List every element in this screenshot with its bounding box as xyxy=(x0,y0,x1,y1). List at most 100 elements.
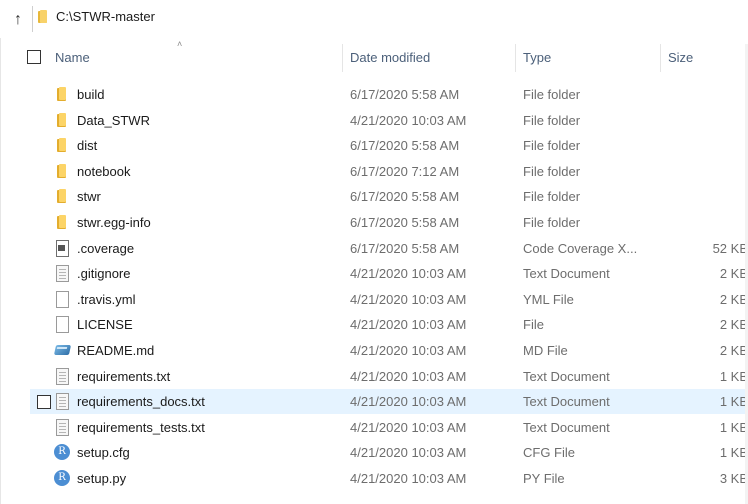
address-path-text: C:\STWR-master xyxy=(56,9,155,24)
file-row[interactable]: Rsetup.py 4/21/2020 10:03 AM PY File 3 KB xyxy=(30,466,748,491)
select-all-checkbox[interactable] xyxy=(27,50,41,64)
address-bar: ↑ C:\STWR-master xyxy=(0,0,748,38)
file-name: requirements_tests.txt xyxy=(77,420,205,435)
file-row[interactable]: .travis.yml 4/21/2020 10:03 AM YML File 2 K… xyxy=(30,287,748,312)
blank-file-icon xyxy=(54,316,70,333)
file-size: 1 KB xyxy=(719,445,748,460)
file-type: File folder xyxy=(523,138,581,153)
file-row[interactable]: Data_STWR 4/21/2020 10:03 AM File folder xyxy=(30,108,748,133)
file-row[interactable]: Rsetup.cfg 4/21/2020 10:03 AM CFG File 1 KB xyxy=(30,440,748,465)
markdown-file-icon xyxy=(54,342,70,358)
blank-file-icon xyxy=(54,291,70,308)
file-size: 2 KB xyxy=(719,343,748,358)
file-type: PY File xyxy=(523,471,565,486)
file-name: .gitignore xyxy=(77,266,131,281)
coverage-file-icon xyxy=(54,240,70,257)
column-header-name[interactable]: Name xyxy=(55,50,90,65)
address-separator xyxy=(32,6,33,32)
file-name: stwr.egg-info xyxy=(77,215,151,230)
file-date-modified: 4/21/2020 10:03 AM xyxy=(350,369,467,384)
file-date-modified: 4/21/2020 10:03 AM xyxy=(350,266,467,281)
file-name: requirements.txt xyxy=(77,369,171,384)
address-path[interactable]: C:\STWR-master xyxy=(38,9,155,24)
file-row[interactable]: .gitignore 4/21/2020 10:03 AM Text Documen… xyxy=(30,261,748,286)
file-name: Data_STWR xyxy=(77,113,150,128)
file-date-modified: 4/21/2020 10:03 AM xyxy=(350,445,467,460)
file-name: LICENSE xyxy=(77,317,133,332)
file-name: dist xyxy=(77,138,98,153)
file-name: notebook xyxy=(77,164,131,179)
file-date-modified: 4/21/2020 10:03 AM xyxy=(350,471,467,486)
file-name: .coverage xyxy=(77,241,135,256)
file-name: README.md xyxy=(77,343,155,358)
up-arrow-icon[interactable]: ↑ xyxy=(8,10,28,30)
column-divider[interactable] xyxy=(660,44,661,72)
column-divider[interactable] xyxy=(515,44,516,72)
file-row[interactable]: requirements.txt 4/21/2020 10:03 AM Text D… xyxy=(30,364,748,389)
file-type: Code Coverage X... xyxy=(523,241,638,256)
sort-ascending-icon: ˄ xyxy=(177,39,183,49)
column-header-date-modified[interactable]: Date modified xyxy=(350,50,430,65)
file-row[interactable]: README.md 4/21/2020 10:03 AM MD File 2 KB xyxy=(30,338,748,363)
file-date-modified: 4/21/2020 10:03 AM xyxy=(350,317,467,332)
file-row[interactable]: dist 6/17/2020 5:58 AM File folder xyxy=(30,133,748,158)
file-type: MD File xyxy=(523,343,568,358)
text-file-icon xyxy=(54,368,70,385)
file-row[interactable]: requirements_tests.txt 4/21/2020 10:03 AM… xyxy=(30,415,748,440)
python-logo-glyph: R xyxy=(54,470,70,486)
column-header-type[interactable]: Type xyxy=(523,50,551,65)
file-type: File folder xyxy=(523,113,581,128)
column-divider[interactable] xyxy=(342,44,343,72)
file-explorer-window: ↑ C:\STWR-master ˄ Name Date modified Ty… xyxy=(0,0,748,504)
text-file-icon xyxy=(54,419,70,436)
file-date-modified: 6/17/2020 5:58 AM xyxy=(350,138,460,153)
file-size: 2 KB xyxy=(719,266,748,281)
folder-icon xyxy=(54,86,70,102)
python-logo-glyph: R xyxy=(54,444,70,460)
file-row[interactable]: .coverage 6/17/2020 5:58 AM Code Coverage … xyxy=(30,236,748,261)
file-row[interactable]: stwr 6/17/2020 5:58 AM File folder xyxy=(30,184,748,209)
folder-icon xyxy=(54,163,70,179)
file-type: File folder xyxy=(523,215,581,230)
file-size: 2 KB xyxy=(719,292,748,307)
file-name: requirements_docs.txt xyxy=(77,394,205,409)
folder-icon xyxy=(38,9,48,24)
file-type: CFG File xyxy=(523,445,575,460)
file-name: setup.py xyxy=(77,471,127,486)
file-name: setup.cfg xyxy=(77,445,130,460)
file-row[interactable]: stwr.egg-info 6/17/2020 5:58 AM File folde… xyxy=(30,210,748,235)
column-header-size[interactable]: Size xyxy=(668,50,693,65)
file-date-modified: 6/17/2020 5:58 AM xyxy=(350,215,460,230)
text-file-icon xyxy=(54,393,70,410)
folder-icon xyxy=(54,188,70,204)
file-date-modified: 6/17/2020 5:58 AM xyxy=(350,241,460,256)
file-row[interactable]: LICENSE 4/21/2020 10:03 AM File 2 KB xyxy=(30,312,748,337)
file-type: File folder xyxy=(523,87,581,102)
file-date-modified: 4/21/2020 10:03 AM xyxy=(350,420,467,435)
file-type: Text Document xyxy=(523,369,610,384)
file-size: 1 KB xyxy=(719,420,748,435)
file-size: 3 KB xyxy=(719,471,748,486)
file-size: 1 KB xyxy=(719,394,748,409)
row-select-checkbox[interactable] xyxy=(37,395,51,409)
folder-icon xyxy=(54,112,70,128)
file-type: File folder xyxy=(523,164,581,179)
python-file-icon: R xyxy=(54,470,70,486)
file-name: .travis.yml xyxy=(77,292,136,307)
file-type: Text Document xyxy=(523,420,610,435)
file-type: YML File xyxy=(523,292,574,307)
text-file-icon xyxy=(54,265,70,282)
file-row[interactable]: build 6/17/2020 5:58 AM File folder xyxy=(30,82,748,107)
file-row[interactable]: notebook 6/17/2020 7:12 AM File folder xyxy=(30,159,748,184)
file-size: 2 KB xyxy=(719,317,748,332)
file-date-modified: 4/21/2020 10:03 AM xyxy=(350,394,467,409)
file-row[interactable]: requirements_docs.txt 4/21/2020 10:03 AM T… xyxy=(30,389,748,414)
navigation-pane-edge xyxy=(0,38,1,504)
file-name: build xyxy=(77,87,105,102)
file-size: 52 KB xyxy=(712,241,748,256)
file-date-modified: 4/21/2020 10:03 AM xyxy=(350,113,467,128)
file-name: stwr xyxy=(77,189,101,204)
file-type: Text Document xyxy=(523,266,610,281)
folder-icon xyxy=(54,214,70,230)
file-type: File folder xyxy=(523,189,581,204)
